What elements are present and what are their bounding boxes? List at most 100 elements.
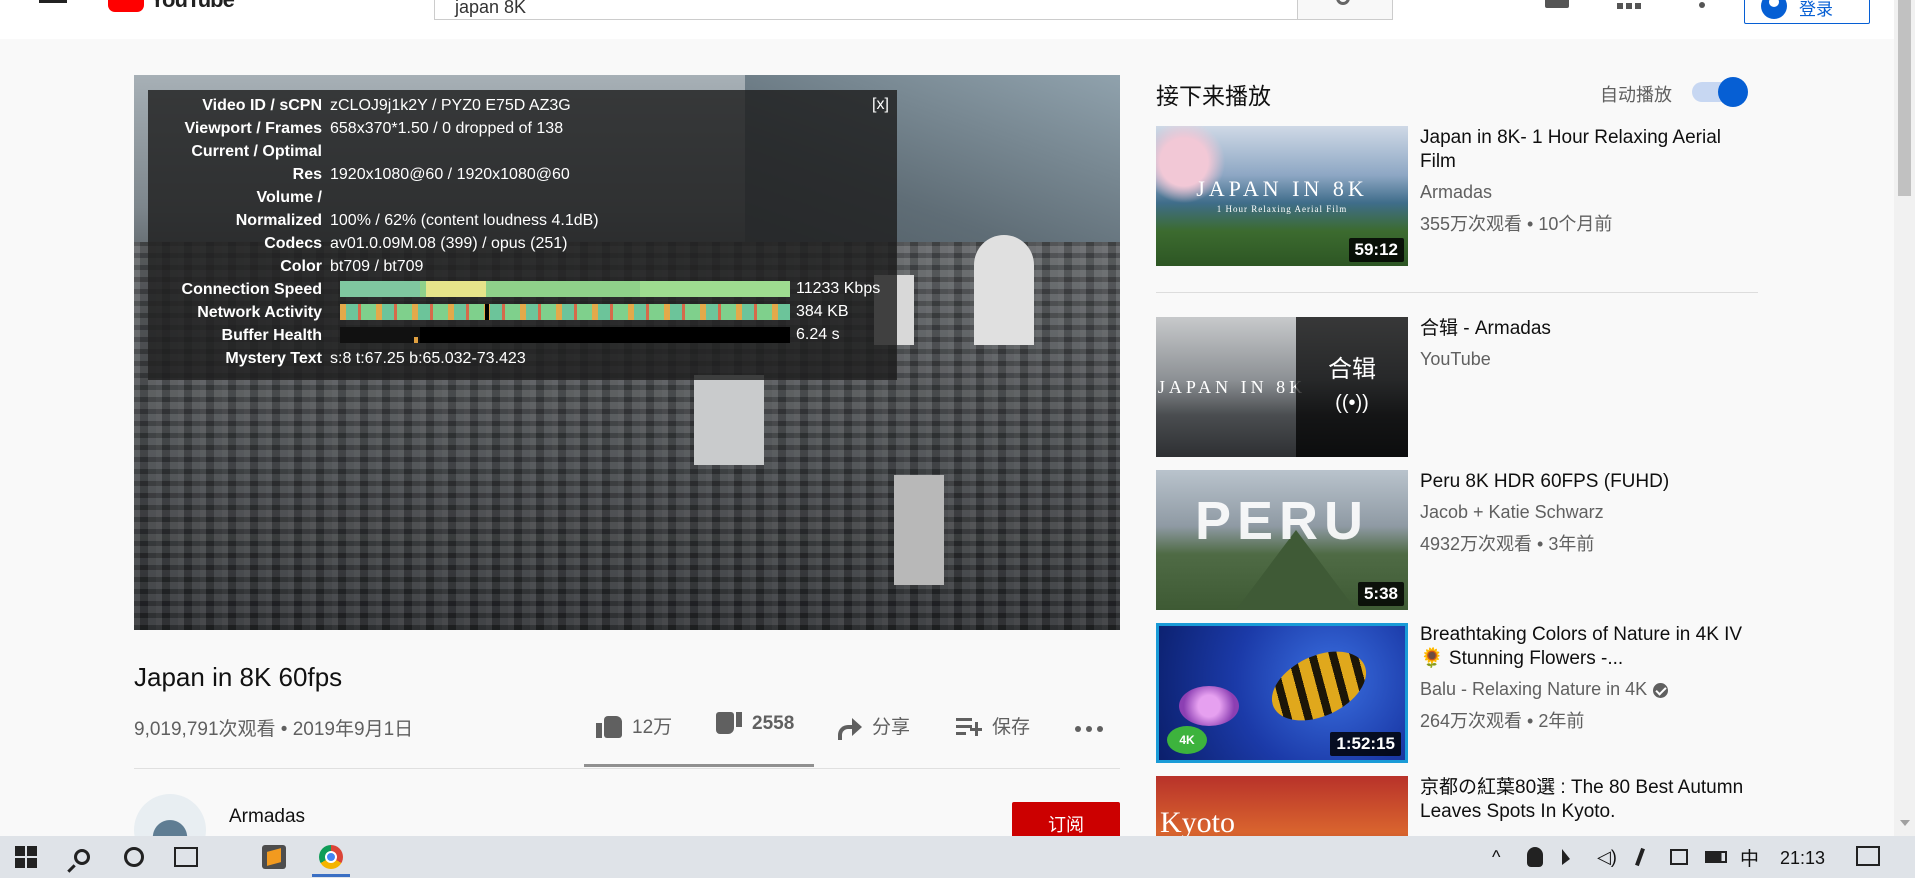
tray-qq[interactable] xyxy=(1527,836,1543,878)
dislike-button[interactable]: 2558 xyxy=(716,712,794,736)
search-icon xyxy=(74,849,90,865)
thumbnail-text: PERU xyxy=(1194,491,1370,551)
duration-badge: 59:12 xyxy=(1348,238,1404,262)
stat-row: Res 1920x1080@60 / 1920x1080@60 xyxy=(292,165,570,183)
account-icon xyxy=(1761,0,1787,19)
divider xyxy=(134,768,1120,769)
taskbar-search-button[interactable] xyxy=(58,836,106,878)
youtube-play-icon xyxy=(108,0,144,12)
start-button[interactable] xyxy=(0,836,52,878)
recommendation-title[interactable]: Peru 8K HDR 60FPS (FUHD) xyxy=(1420,470,1750,494)
stat-row: Mystery Text s:8 t:67.25 b:65.032-73.423 xyxy=(225,349,526,367)
recommendation-thumbnail[interactable]: JAPAN IN 8K 1 Hour Relaxing Aerial Film … xyxy=(1156,126,1408,266)
more-actions-button[interactable] xyxy=(1075,726,1103,732)
share-label: 分享 xyxy=(872,717,911,738)
share-icon xyxy=(836,716,862,740)
channel-name[interactable]: Armadas xyxy=(229,806,305,828)
search-input[interactable]: japan 8K xyxy=(434,0,1298,20)
task-view-button[interactable] xyxy=(162,836,210,878)
recommendation-thumbnail[interactable]: 4K 1:52:15 xyxy=(1156,623,1408,763)
scroll-down-icon[interactable] xyxy=(1900,820,1910,826)
recommendation-title[interactable]: 合辑 - Armadas xyxy=(1420,317,1750,341)
recommendation-thumbnail[interactable]: PERU 5:38 xyxy=(1156,470,1408,610)
recommendation-channel[interactable]: Jacob + Katie Schwarz xyxy=(1420,502,1604,523)
recommendation-title[interactable]: Breathtaking Colors of Nature in 4K IV 🌻… xyxy=(1420,623,1750,671)
windows-icon xyxy=(15,846,37,868)
more-vert-icon[interactable] xyxy=(1699,2,1705,8)
like-button[interactable]: 12万 xyxy=(596,712,672,739)
tray-network-pointer[interactable] xyxy=(1562,836,1570,878)
buffer-health-graph xyxy=(340,327,790,343)
notification-center-icon[interactable] xyxy=(1856,846,1880,866)
save-button[interactable]: 保存 xyxy=(956,712,1030,739)
sublime-text-icon xyxy=(262,845,286,869)
network-activity-graph xyxy=(340,304,790,320)
recommendation-thumbnail[interactable]: Kyoto xyxy=(1156,776,1408,836)
stats-close-button[interactable]: [x] xyxy=(872,96,889,114)
recommendation-channel[interactable]: YouTube xyxy=(1420,349,1491,370)
cortana-button[interactable] xyxy=(110,836,158,878)
stat-row: Current / Optimal xyxy=(191,142,322,160)
search-button[interactable] xyxy=(1297,0,1393,20)
stat-row: Codecs av01.0.09M.08 (399) / opus (251) xyxy=(264,234,568,252)
verified-icon xyxy=(1653,682,1669,698)
thumbnail-text: JAPAN IN 8K xyxy=(1196,176,1368,201)
recommendation-channel[interactable]: Balu - Relaxing Nature in 4K xyxy=(1420,679,1669,700)
recommendation-channel[interactable]: Armadas xyxy=(1420,182,1492,203)
battery-icon xyxy=(1705,851,1727,863)
stat-row-buffer: Buffer Health xyxy=(221,326,322,344)
signin-button[interactable]: 登录 xyxy=(1744,0,1870,24)
duration-badge: 5:38 xyxy=(1357,582,1404,606)
tray-overflow-button[interactable]: ^ xyxy=(1492,836,1500,878)
recommendation-item[interactable]: PERU 5:38 Peru 8K HDR 60FPS (FUHD) Jacob… xyxy=(1156,470,1756,610)
recommendation-title[interactable]: 京都の紅葉80選 : The 80 Best Autumn Leaves Spo… xyxy=(1420,776,1750,824)
video-view-count-date: 9,019,791次观看 • 2019年9月1日 xyxy=(134,719,414,740)
active-app-indicator xyxy=(312,874,350,877)
toggle-knob xyxy=(1718,77,1748,107)
chevron-up-icon: ^ xyxy=(1492,846,1501,867)
stat-row-network: Network Activity xyxy=(197,303,322,321)
taskbar-clock[interactable]: 21:13 xyxy=(1780,848,1825,869)
tray-volume[interactable]: ◁) xyxy=(1597,836,1617,878)
playlist-add-icon xyxy=(956,716,982,736)
buffer-health-value: 6.24 s xyxy=(796,326,840,343)
share-button[interactable]: 分享 xyxy=(836,712,911,740)
recommendation-views: 264万次观看 • 2年前 xyxy=(1420,711,1585,731)
stat-row: Volume / xyxy=(256,188,323,206)
cortana-icon xyxy=(124,847,144,867)
recommendation-title[interactable]: Japan in 8K- 1 Hour Relaxing Aerial Film xyxy=(1420,126,1750,174)
thumbnail-subtext: 1 Hour Relaxing Aerial Film xyxy=(1216,204,1348,214)
dislike-count: 2558 xyxy=(752,713,795,734)
recommendation-views: 355万次观看 • 10个月前 xyxy=(1420,214,1613,234)
tray-display[interactable] xyxy=(1670,836,1688,878)
stats-for-nerds-panel: [x] Video ID / sCPN zCLOJ9j1k2Y / PYZ0 E7… xyxy=(148,90,897,380)
recommendation-mix[interactable]: JAPAN IN 8K 合辑 ((•)) 合辑 - Armadas YouTub… xyxy=(1156,317,1756,457)
sublime-text-app[interactable] xyxy=(250,836,298,878)
menu-icon[interactable] xyxy=(39,0,67,8)
mix-label: 合辑 xyxy=(1328,356,1376,383)
thumbs-down-icon xyxy=(716,712,742,736)
scrollbar-thumb[interactable] xyxy=(1898,0,1911,196)
divider xyxy=(1156,292,1758,293)
create-video-icon[interactable] xyxy=(1545,0,1569,8)
thumbnail-text: Kyoto xyxy=(1160,806,1235,836)
video-player[interactable]: [x] Video ID / sCPN zCLOJ9j1k2Y / PYZ0 E7… xyxy=(134,75,1120,630)
tray-battery[interactable] xyxy=(1705,836,1727,878)
like-ratio-bar xyxy=(584,764,814,767)
recommendation-item[interactable]: Kyoto 京都の紅葉80選 : The 80 Best Autumn Leav… xyxy=(1156,776,1756,836)
save-label: 保存 xyxy=(992,717,1031,738)
tray-input-pen[interactable] xyxy=(1635,836,1645,878)
recommendation-item[interactable]: JAPAN IN 8K 1 Hour Relaxing Aerial Film … xyxy=(1156,126,1756,266)
chrome-app[interactable] xyxy=(306,836,356,878)
recommendation-item[interactable]: 4K 1:52:15 Breathtaking Colors of Nature… xyxy=(1156,623,1756,763)
recommendation-thumbnail[interactable]: JAPAN IN 8K 合辑 ((•)) xyxy=(1156,317,1408,457)
apps-grid-icon[interactable] xyxy=(1617,0,1641,9)
stat-row: Normalized 100% / 62% (content loudness 4… xyxy=(235,211,599,229)
stat-row: Color bt709 / bt709 xyxy=(280,257,424,275)
youtube-logo[interactable]: YouTube xyxy=(108,0,235,12)
ime-indicator[interactable]: 中 xyxy=(1740,836,1759,878)
autoplay-toggle[interactable] xyxy=(1692,77,1748,107)
video-frame-building xyxy=(894,475,944,585)
4k-badge: 4K xyxy=(1167,726,1207,754)
page-scrollbar[interactable] xyxy=(1894,0,1915,836)
